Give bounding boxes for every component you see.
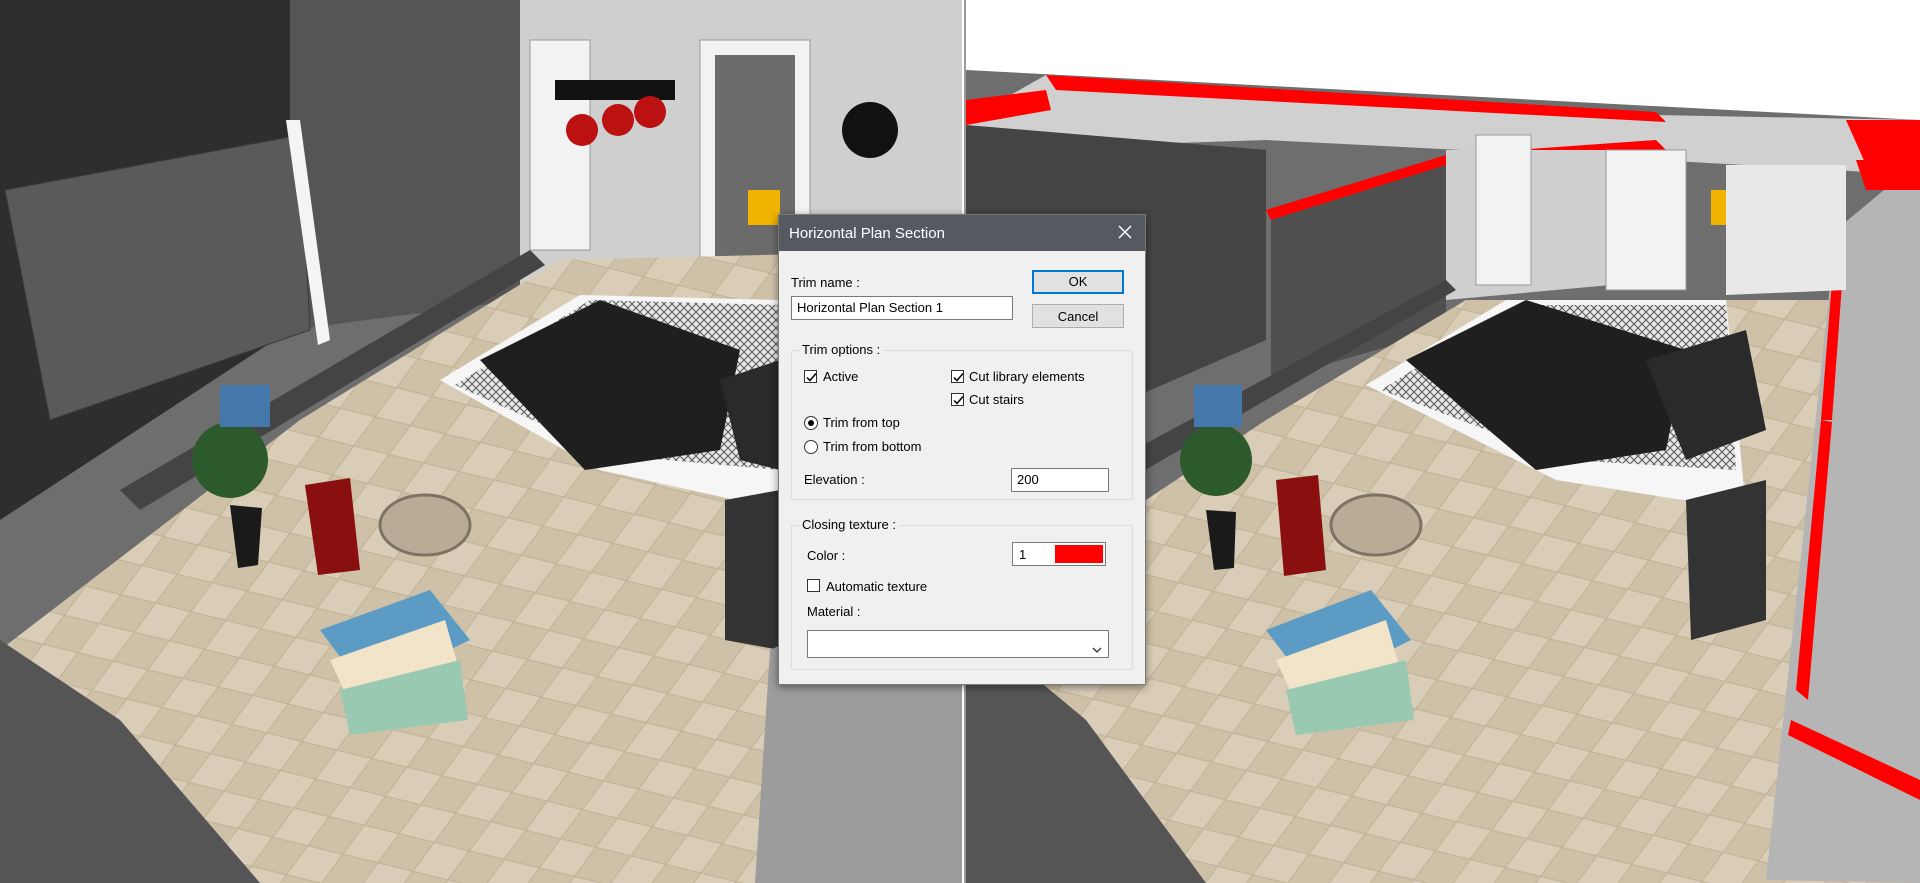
horizontal-plan-section-dialog: Horizontal Plan Section Trim name : Hori… bbox=[778, 214, 1146, 685]
close-button[interactable] bbox=[1105, 215, 1145, 251]
automatic-texture-checkbox[interactable] bbox=[807, 579, 820, 592]
cut-stairs-label: Cut stairs bbox=[969, 392, 1024, 407]
checkmark-icon bbox=[953, 373, 964, 382]
cancel-button[interactable]: Cancel bbox=[1032, 304, 1124, 328]
material-label: Material : bbox=[807, 604, 861, 619]
material-select[interactable] bbox=[807, 630, 1109, 658]
cut-stairs-checkbox[interactable] bbox=[951, 393, 964, 406]
color-picker[interactable]: 1 bbox=[1012, 542, 1106, 566]
ok-button[interactable]: OK bbox=[1032, 270, 1124, 294]
dialog-title: Horizontal Plan Section bbox=[789, 225, 945, 242]
trim-from-bottom-radio[interactable] bbox=[804, 440, 818, 454]
elevation-label: Elevation : bbox=[804, 472, 865, 487]
close-icon bbox=[1118, 224, 1132, 242]
color-swatch bbox=[1055, 545, 1103, 563]
checkmark-icon bbox=[806, 373, 817, 382]
active-checkbox[interactable] bbox=[804, 370, 817, 383]
trim-options-label: Trim options : bbox=[799, 342, 884, 357]
trim-from-bottom-label: Trim from bottom bbox=[823, 439, 922, 454]
checkmark-icon bbox=[953, 396, 964, 405]
color-label: Color : bbox=[807, 548, 846, 563]
trim-name-input[interactable]: Horizontal Plan Section 1 bbox=[791, 296, 1013, 320]
trim-from-top-radio[interactable] bbox=[804, 416, 818, 430]
trim-name-label: Trim name : bbox=[791, 275, 860, 290]
closing-texture-label: Closing texture : bbox=[799, 517, 899, 532]
trim-from-top-label: Trim from top bbox=[823, 415, 900, 430]
dialog-titlebar[interactable]: Horizontal Plan Section bbox=[779, 215, 1145, 251]
cut-library-elements-checkbox[interactable] bbox=[951, 370, 964, 383]
chevron-down-icon bbox=[1092, 639, 1102, 661]
elevation-input[interactable]: 200 bbox=[1011, 468, 1109, 492]
active-label: Active bbox=[823, 369, 859, 384]
color-index: 1 bbox=[1019, 547, 1027, 562]
cut-library-elements-label: Cut library elements bbox=[969, 369, 1085, 384]
automatic-texture-label: Automatic texture bbox=[826, 579, 928, 594]
